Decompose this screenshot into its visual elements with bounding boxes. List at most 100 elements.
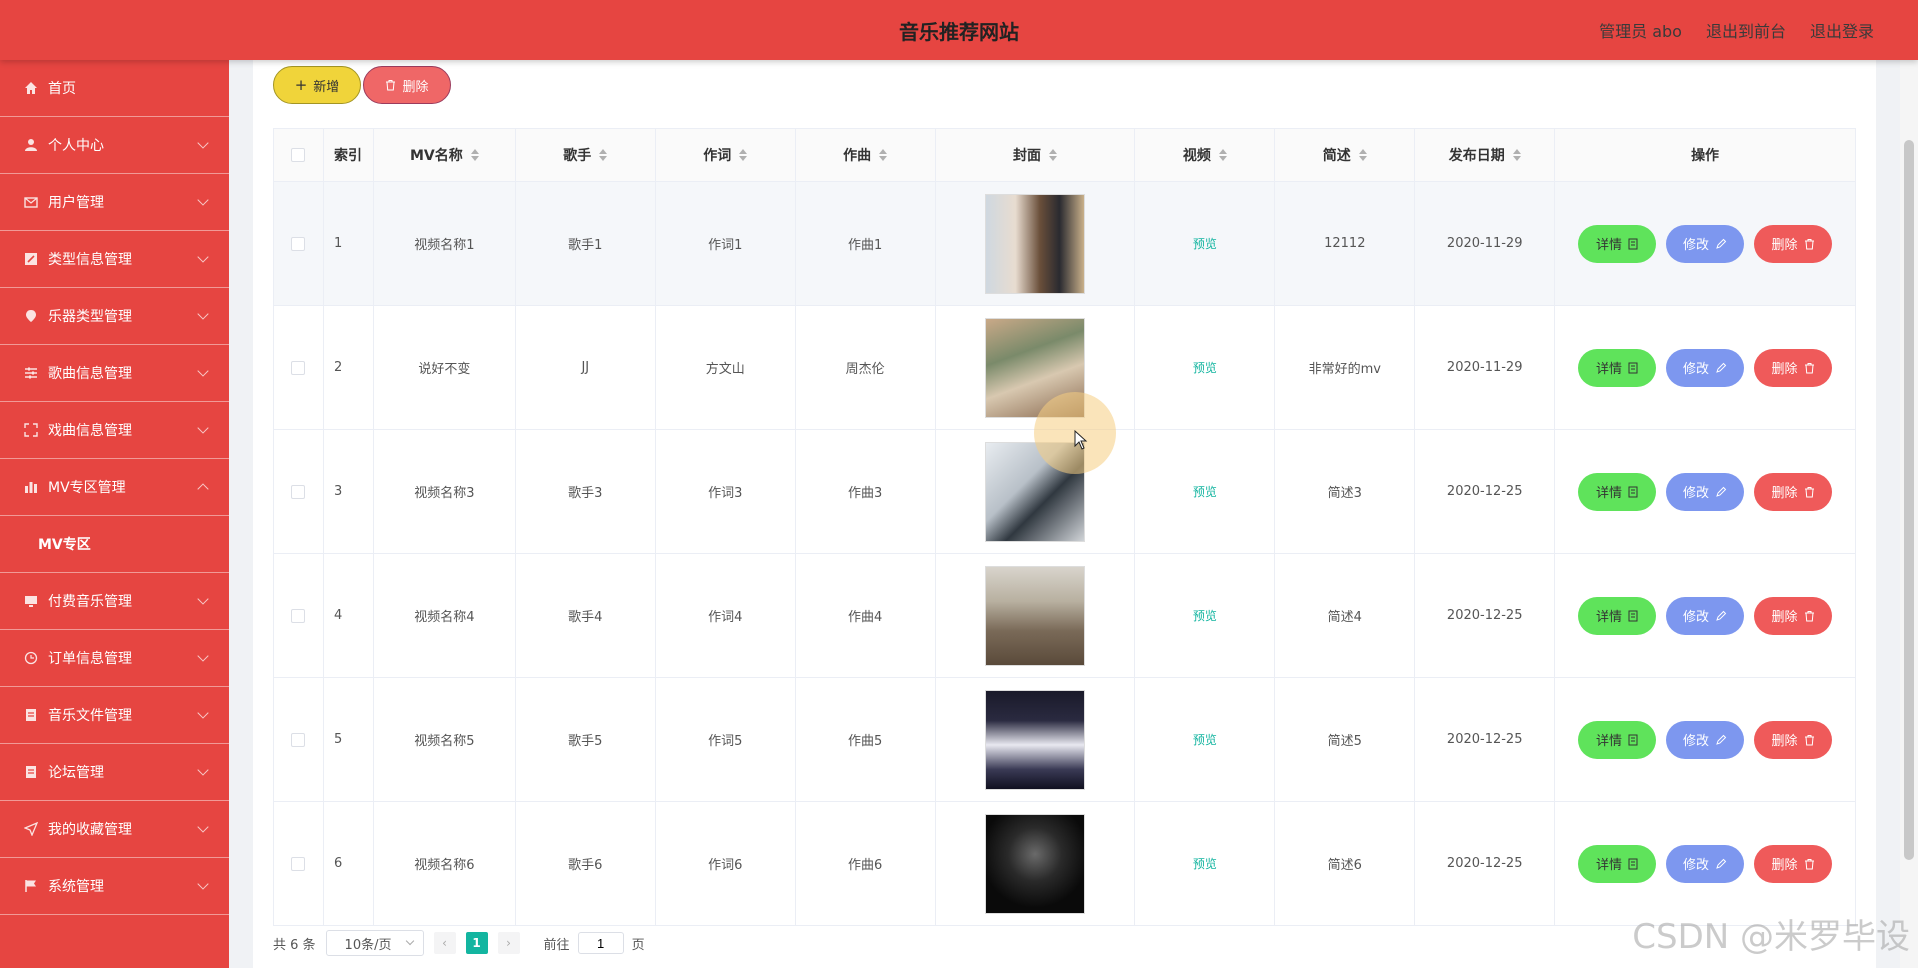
back-to-front-link[interactable]: 退出到前台: [1706, 18, 1786, 42]
goto-page: 前往 页: [544, 932, 645, 954]
trash-icon: [1804, 734, 1814, 745]
add-button[interactable]: + 新增: [273, 66, 361, 104]
row-checkbox[interactable]: [291, 732, 306, 747]
edit-button[interactable]: 修改: [1666, 844, 1745, 883]
column-header-lyricist[interactable]: 作词: [656, 129, 796, 181]
delete-button[interactable]: 删除: [1754, 720, 1833, 759]
scrollbar-thumb[interactable]: [1904, 140, 1914, 860]
page-number-current[interactable]: 1: [465, 932, 488, 954]
trash-icon: [1804, 238, 1814, 249]
header-links: 管理员 abo 退出到前台 退出登录: [1599, 0, 1874, 60]
edit-icon: [1716, 238, 1727, 249]
cover-image[interactable]: [985, 193, 1085, 294]
edit-button[interactable]: 修改: [1666, 224, 1745, 263]
sidebar-item-song-info[interactable]: 歌曲信息管理: [0, 345, 229, 402]
row-checkbox[interactable]: [291, 484, 306, 499]
video-preview-link[interactable]: 预览: [1193, 359, 1217, 376]
video-preview-link[interactable]: 预览: [1193, 235, 1217, 252]
column-header-singer[interactable]: 歌手: [516, 129, 656, 181]
sidebar-subitem-mv-zone[interactable]: MV专区: [0, 516, 229, 573]
delete-button[interactable]: 删除: [1754, 224, 1833, 263]
sidebar-item-music-file[interactable]: 音乐文件管理: [0, 687, 229, 744]
detail-button[interactable]: 详情: [1578, 348, 1657, 387]
location-icon: [26, 310, 36, 322]
column-header-description[interactable]: 简述: [1275, 129, 1416, 181]
sidebar-item-mv-zone[interactable]: MV专区管理: [0, 459, 229, 516]
delete-button[interactable]: 删除: [1754, 596, 1833, 635]
detail-button[interactable]: 详情: [1578, 844, 1657, 883]
sidebar-item-label: 个人中心: [48, 138, 104, 154]
sort-icon[interactable]: [1049, 149, 1057, 161]
chart-icon: [25, 482, 37, 493]
logout-link[interactable]: 退出登录: [1810, 18, 1874, 42]
sidebar-item-instrument-type[interactable]: 乐器类型管理: [0, 288, 229, 345]
row-checkbox[interactable]: [291, 608, 306, 623]
column-header-cover[interactable]: 封面: [936, 129, 1136, 181]
detail-button[interactable]: 详情: [1578, 596, 1657, 635]
mv-table: 索引 MV名称 歌手 作词 作曲 封面 视频 简述 发布日期 操作 1 视频名称…: [273, 128, 1856, 926]
sidebar-item-label: 音乐文件管理: [48, 708, 132, 724]
sidebar-item-opera-info[interactable]: 戏曲信息管理: [0, 402, 229, 459]
next-page-button[interactable]: ›: [497, 932, 520, 954]
sidebar-item-type-info[interactable]: 类型信息管理: [0, 231, 229, 288]
sort-icon[interactable]: [739, 149, 748, 161]
mv-name: 视频名称4: [374, 554, 516, 677]
sort-icon[interactable]: [1358, 149, 1367, 161]
lyricist: 作词1: [656, 182, 796, 305]
delete-button[interactable]: 删除: [1754, 348, 1833, 387]
column-header-video[interactable]: 视频: [1135, 129, 1276, 181]
page-size-select[interactable]: 10条/页: [325, 930, 424, 956]
column-header-index: 索引: [324, 129, 374, 181]
row-checkbox[interactable]: [291, 236, 306, 251]
table-row: 1 视频名称1 歌手1 作词1 作曲1 预览 12112 2020-11-29 …: [274, 182, 1855, 306]
sidebar-item-user-management[interactable]: 用户管理: [0, 174, 229, 231]
sidebar-item-forum[interactable]: 论坛管理: [0, 744, 229, 801]
row-checkbox[interactable]: [291, 856, 306, 871]
sort-icon[interactable]: [599, 149, 608, 161]
video-preview-link[interactable]: 预览: [1193, 607, 1217, 624]
cover-image[interactable]: [985, 565, 1085, 666]
sidebar-item-paid-music[interactable]: 付费音乐管理: [0, 573, 229, 630]
select-all-checkbox[interactable]: [291, 148, 306, 162]
publish-date: 2020-11-29: [1415, 182, 1556, 305]
row-checkbox[interactable]: [291, 360, 306, 375]
column-header-mv-name[interactable]: MV名称: [374, 129, 516, 181]
sort-icon[interactable]: [879, 149, 888, 161]
edit-button[interactable]: 修改: [1666, 720, 1745, 759]
column-header-date[interactable]: 发布日期: [1415, 129, 1556, 181]
delete-button[interactable]: 删除: [1754, 472, 1833, 511]
edit-button[interactable]: 修改: [1666, 472, 1745, 511]
sidebar-item-personal-center[interactable]: 个人中心: [0, 117, 229, 174]
sidebar-item-favorites[interactable]: 我的收藏管理: [0, 801, 229, 858]
top-header: 音乐推荐网站 管理员 abo 退出到前台 退出登录: [0, 0, 1918, 60]
batch-delete-button[interactable]: 删除: [363, 66, 451, 104]
cover-image[interactable]: [985, 813, 1085, 914]
edit-button[interactable]: 修改: [1666, 348, 1745, 387]
detail-button[interactable]: 详情: [1578, 720, 1657, 759]
composer: 作曲5: [796, 678, 936, 801]
detail-button[interactable]: 详情: [1578, 224, 1657, 263]
chevron-down-icon: [197, 137, 209, 149]
delete-button[interactable]: 删除: [1754, 844, 1833, 883]
sort-icon[interactable]: [470, 149, 479, 161]
prev-page-button[interactable]: ‹: [433, 932, 456, 954]
cover-image[interactable]: [985, 689, 1085, 790]
chevron-down-icon: [197, 422, 209, 434]
column-header-composer[interactable]: 作曲: [796, 129, 936, 181]
header-select-all: [274, 129, 324, 181]
sort-icon[interactable]: [1218, 149, 1227, 161]
sidebar-item-label: 我的收藏管理: [48, 822, 132, 838]
edit-button[interactable]: 修改: [1666, 596, 1745, 635]
chevron-down-icon: [197, 593, 209, 605]
page-scrollbar[interactable]: [1900, 60, 1918, 968]
goto-page-input[interactable]: [577, 932, 624, 954]
sidebar-item-home[interactable]: 首页: [0, 60, 229, 117]
sort-icon[interactable]: [1512, 149, 1521, 161]
detail-button[interactable]: 详情: [1578, 472, 1657, 511]
edit-icon: [25, 253, 37, 265]
video-preview-link[interactable]: 预览: [1193, 483, 1217, 500]
sidebar-item-order-info[interactable]: 订单信息管理: [0, 630, 229, 687]
video-preview-link[interactable]: 预览: [1193, 855, 1217, 872]
video-preview-link[interactable]: 预览: [1193, 731, 1217, 748]
sidebar-item-system[interactable]: 系统管理: [0, 858, 229, 915]
